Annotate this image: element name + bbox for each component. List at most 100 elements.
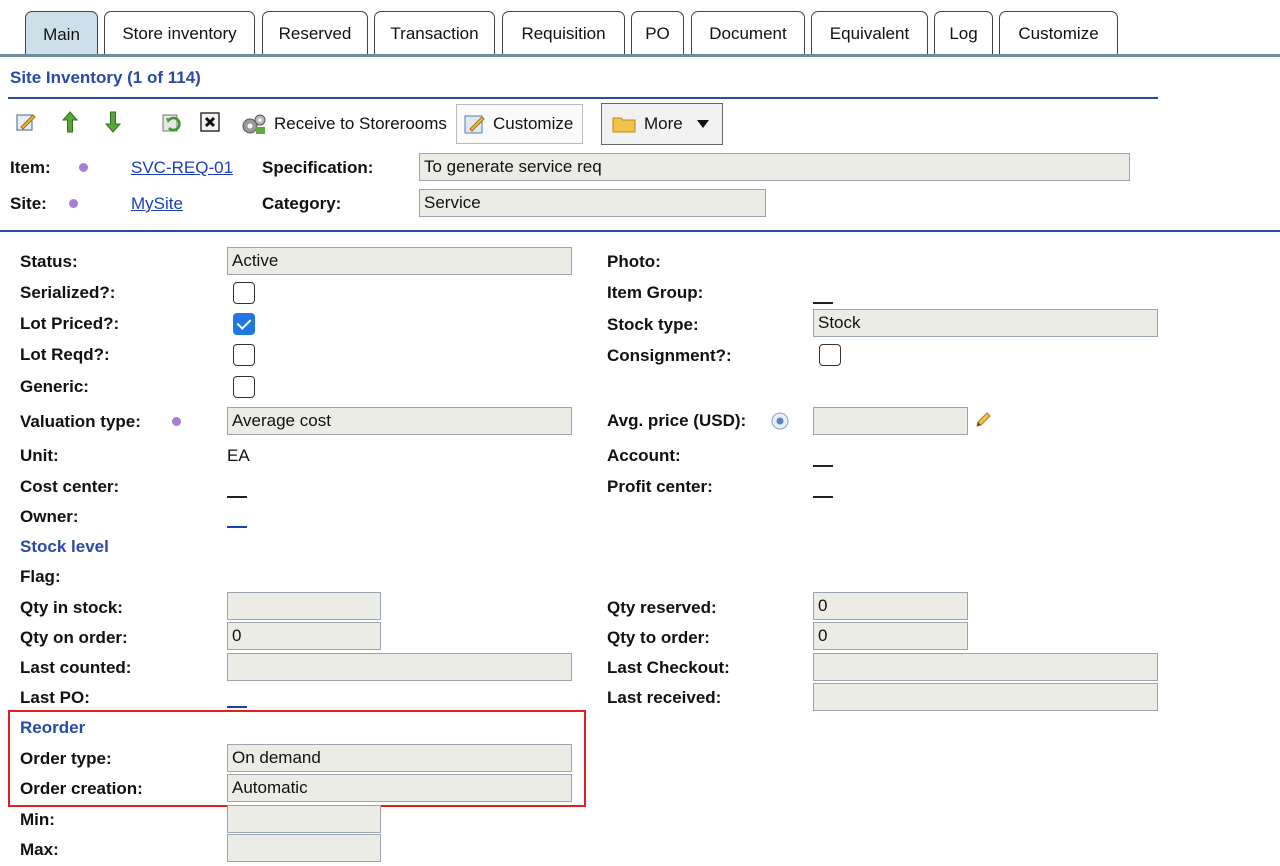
min-label: Min: — [20, 810, 55, 829]
receive-label: Receive to Storerooms — [274, 114, 447, 133]
item-group-empty — [813, 302, 833, 304]
specification-label: Specification: — [262, 158, 374, 177]
more-label: More — [644, 114, 683, 133]
order-creation-field[interactable]: Automatic — [227, 774, 572, 802]
lot-priced-label: Lot Priced?: — [20, 314, 120, 333]
site-link[interactable]: MySite — [131, 194, 183, 214]
last-po-label: Last PO: — [20, 688, 90, 707]
folder-icon — [612, 114, 636, 134]
receive-to-storerooms-button[interactable]: Receive to Storerooms — [234, 104, 453, 144]
page-title: Site Inventory (1 of 114) — [10, 68, 201, 87]
tab-document[interactable]: Document — [691, 11, 805, 55]
unit-value: EA — [227, 446, 250, 465]
order-type-field[interactable]: On demand — [227, 744, 572, 772]
stock-level-heading: Stock level — [20, 537, 109, 556]
generic-label: Generic: — [20, 377, 89, 396]
tab-equivalent[interactable]: Equivalent — [811, 11, 928, 55]
arrow-up-icon[interactable] — [58, 110, 82, 134]
cost-center-empty — [227, 496, 247, 498]
serialized-label: Serialized?: — [20, 283, 116, 302]
cost-center-label: Cost center: — [20, 477, 120, 496]
pencil-icon[interactable] — [974, 411, 992, 429]
specification-field[interactable]: To generate service req — [419, 153, 1130, 181]
reorder-heading: Reorder — [20, 718, 86, 737]
more-button[interactable]: More — [601, 103, 723, 145]
account-empty — [813, 465, 833, 467]
tab-reserved[interactable]: Reserved — [262, 11, 368, 55]
gears-icon — [240, 112, 268, 136]
refresh-icon[interactable] — [160, 110, 184, 134]
item-label: Item: — [10, 158, 51, 177]
profit-center-empty — [813, 496, 833, 498]
customize-button[interactable]: Customize — [456, 104, 583, 144]
tab-transaction[interactable]: Transaction — [374, 11, 495, 55]
owner-link[interactable] — [227, 526, 247, 528]
tab-log[interactable]: Log — [934, 11, 993, 55]
last-counted-label: Last counted: — [20, 658, 132, 677]
title-divider — [8, 97, 1158, 99]
edit-icon[interactable] — [14, 110, 38, 134]
min-field[interactable] — [227, 805, 381, 833]
last-checkout-field[interactable] — [813, 653, 1158, 681]
qty-in-stock-label: Qty in stock: — [20, 598, 123, 617]
customize-label: Customize — [493, 114, 574, 133]
currency-info-icon[interactable] — [770, 411, 790, 431]
valuation-type-label: Valuation type: — [20, 412, 141, 431]
consignment-checkbox[interactable] — [819, 344, 841, 366]
tab-po[interactable]: PO — [631, 11, 684, 55]
site-info-dot-icon[interactable] — [69, 199, 78, 208]
profit-center-label: Profit center: — [607, 477, 713, 496]
tab-underline — [0, 54, 1280, 57]
item-info-dot-icon[interactable] — [79, 163, 88, 172]
status-label: Status: — [20, 252, 78, 271]
last-checkout-label: Last Checkout: — [607, 658, 730, 677]
qty-to-order-field[interactable]: 0 — [813, 622, 968, 650]
avg-price-label: Avg. price (USD): — [607, 411, 747, 430]
valuation-type-field[interactable]: Average cost — [227, 407, 572, 435]
avg-price-field[interactable] — [813, 407, 968, 435]
lot-priced-checkbox[interactable] — [233, 313, 255, 335]
last-counted-field[interactable] — [227, 653, 572, 681]
customize-icon — [463, 112, 487, 136]
owner-label: Owner: — [20, 507, 79, 526]
item-link[interactable]: SVC-REQ-01 — [131, 158, 233, 178]
qty-in-stock-field[interactable] — [227, 592, 381, 620]
order-creation-label: Order creation: — [20, 779, 143, 798]
tab-bar: Main Store inventory Reserved Transactio… — [0, 0, 1280, 57]
stock-type-label: Stock type: — [607, 315, 699, 334]
flag-label: Flag: — [20, 567, 61, 586]
unit-label: Unit: — [20, 446, 59, 465]
max-label: Max: — [20, 840, 59, 859]
item-group-label: Item Group: — [607, 283, 704, 302]
last-received-field[interactable] — [813, 683, 1158, 711]
last-received-label: Last received: — [607, 688, 722, 707]
serialized-checkbox[interactable] — [233, 282, 255, 304]
max-field[interactable] — [227, 834, 381, 862]
site-label: Site: — [10, 194, 47, 213]
qty-to-order-label: Qty to order: — [607, 628, 710, 647]
lot-reqd-checkbox[interactable] — [233, 344, 255, 366]
category-field[interactable]: Service — [419, 189, 766, 217]
order-type-label: Order type: — [20, 749, 112, 768]
record-divider — [0, 230, 1280, 232]
qty-on-order-label: Qty on order: — [20, 628, 128, 647]
tab-main[interactable]: Main — [25, 11, 98, 57]
tab-customize[interactable]: Customize — [999, 11, 1118, 55]
photo-label: Photo: — [607, 252, 661, 271]
qty-reserved-field[interactable]: 0 — [813, 592, 968, 620]
valuation-info-dot-icon[interactable] — [172, 417, 181, 426]
consignment-label: Consignment?: — [607, 346, 732, 365]
category-label: Category: — [262, 194, 342, 213]
account-label: Account: — [607, 446, 681, 465]
delete-icon[interactable] — [198, 110, 222, 134]
last-po-link[interactable] — [227, 706, 247, 708]
status-field[interactable]: Active — [227, 247, 572, 275]
stock-type-field[interactable]: Stock — [813, 309, 1158, 337]
caret-down-icon — [696, 120, 709, 128]
qty-on-order-field[interactable]: 0 — [227, 622, 381, 650]
qty-reserved-label: Qty reserved: — [607, 598, 717, 617]
generic-checkbox[interactable] — [233, 376, 255, 398]
tab-store-inventory[interactable]: Store inventory — [104, 11, 255, 55]
tab-requisition[interactable]: Requisition — [502, 11, 625, 55]
arrow-down-icon[interactable] — [101, 110, 125, 134]
